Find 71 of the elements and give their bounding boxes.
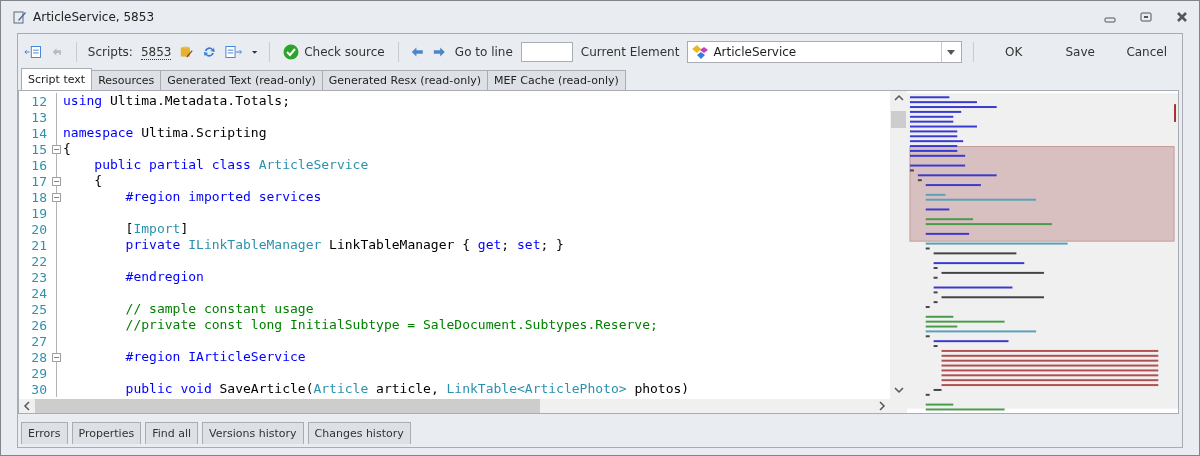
panel-left-icon[interactable] (24, 44, 43, 60)
go-to-line-label: Go to line (454, 45, 513, 59)
tab[interactable]: Script text (21, 68, 93, 90)
collapse-icon[interactable] (52, 352, 61, 362)
maximize-icon[interactable] (1139, 10, 1153, 24)
tab[interactable]: Generated Resx (read-only) (321, 70, 489, 90)
line-number: 29 (30, 365, 47, 381)
panel-tab[interactable]: Find all (145, 422, 199, 444)
line-number: 28 (30, 349, 47, 365)
scripts-link[interactable]: 5853 (140, 44, 172, 60)
line-number: 14 (30, 125, 47, 141)
action-button[interactable]: OK (984, 41, 1043, 63)
scrollbar-thumb[interactable] (891, 111, 906, 128)
database-edit-icon[interactable] (179, 44, 195, 60)
code-line: namespace Ultima.Scripting (63, 125, 267, 141)
class-icon (691, 44, 710, 60)
line-number: 30 (30, 381, 47, 397)
collapse-icon[interactable] (52, 176, 61, 186)
line-number: 16 (30, 157, 47, 173)
scrollbar-thumb[interactable] (35, 399, 540, 413)
line-number: 22 (30, 253, 47, 269)
code-line: [Import] (124, 221, 189, 237)
scripts-label: Scripts: (87, 45, 133, 59)
minimap-drawing[interactable] (907, 91, 1178, 411)
line-number: 20 (30, 221, 47, 237)
code-line: #region IArticleService (124, 349, 306, 365)
refresh-icon[interactable] (202, 44, 217, 60)
panel-tab[interactable]: Errors (21, 422, 68, 444)
line-number: 24 (30, 285, 47, 301)
code-line: #endregion (124, 269, 204, 285)
horizontal-scrollbar[interactable] (19, 399, 890, 413)
line-number: 19 (30, 205, 47, 221)
window-title: ArticleService, 5853 (33, 10, 154, 24)
code-line: // sample constant usage (124, 301, 314, 317)
current-element-label: Current Element (580, 45, 680, 59)
code-line: { (93, 173, 103, 189)
line-number: 25 (30, 301, 47, 317)
vertical-scrollbar[interactable] (890, 91, 907, 413)
line-number: 26 (30, 317, 47, 333)
panel-tab[interactable]: Properties (71, 422, 142, 444)
tab[interactable]: Generated Text (read-only) (160, 70, 323, 90)
export-icon[interactable] (224, 44, 243, 60)
code-line: //private const long InitialSubtype = SaleDocument.Subtypes.Reserve; (124, 317, 658, 333)
check-source-button[interactable]: Check source (281, 42, 387, 62)
code-line: private ILinkTableManager LinkTableManager { get; set; } (124, 237, 564, 253)
panel-tab[interactable]: Versions history (202, 422, 304, 444)
code-line: using Ultima.Metadata.Totals; (63, 93, 290, 109)
line-number: 17 (30, 173, 47, 189)
line-number: 27 (30, 333, 47, 349)
panel-tab[interactable]: Changes history (307, 422, 411, 444)
tab[interactable]: Resources (91, 70, 162, 90)
line-number: 12 (30, 93, 47, 109)
action-button[interactable]: Save (1051, 41, 1110, 63)
line-number: 13 (30, 109, 47, 125)
collapse-icon[interactable] (52, 144, 61, 154)
code-line: public partial class ArticleService (93, 157, 369, 173)
close-icon[interactable] (1175, 10, 1189, 24)
line-number: 23 (30, 269, 47, 285)
check-icon (283, 44, 300, 60)
collapse-icon[interactable] (52, 192, 61, 202)
code-line: { (63, 141, 71, 157)
current-element-dropdown[interactable]: ArticleService (687, 41, 962, 63)
go-to-line-field[interactable] (520, 42, 573, 62)
code-line: #region imported services (124, 189, 322, 205)
tab[interactable]: MEF Cache (read-only) (487, 70, 626, 90)
line-number: 15 (30, 141, 47, 157)
line-number: 21 (30, 237, 47, 253)
action-button[interactable]: Cancel (1117, 41, 1176, 63)
pencil-icon (13, 10, 27, 24)
line-number: 18 (30, 189, 47, 205)
code-line: public void SaveArticle(Article article, LinkTable<ArticlePhoto> photos) (124, 381, 690, 397)
